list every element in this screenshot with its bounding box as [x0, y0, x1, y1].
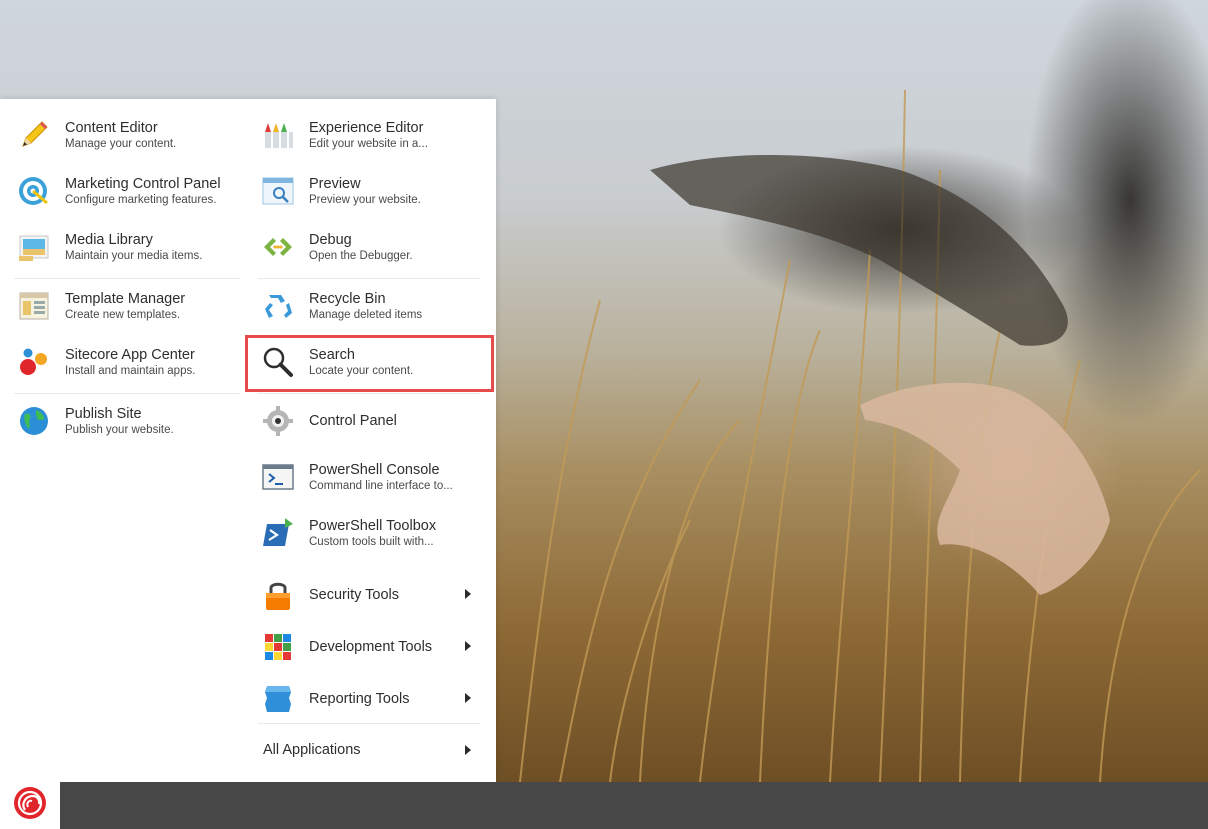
cube-icon [258, 627, 298, 667]
menu-item-template-manager[interactable]: Template Manager Create new templates. [14, 280, 240, 332]
menu-item-subtitle: Maintain your media items. [65, 249, 203, 262]
menu-item-title: Control Panel [309, 413, 397, 429]
menu-item-subtitle: Locate your content. [309, 364, 414, 377]
chevron-right-icon [465, 641, 471, 651]
debug-icon [258, 227, 298, 267]
powershell-icon [258, 513, 298, 553]
template-icon [14, 286, 54, 326]
menu-item-media-library[interactable]: Media Library Maintain your media items. [14, 221, 240, 273]
menu-item-title: Search [309, 346, 355, 363]
menu-item-control-panel[interactable]: Control Panel [258, 395, 480, 447]
menu-item-subtitle: Open the Debugger. [309, 249, 413, 262]
gear-icon [258, 401, 298, 441]
lock-icon [258, 575, 298, 615]
menu-item-title: PowerShell Toolbox [309, 517, 437, 534]
menu-separator [258, 393, 480, 394]
chevron-right-icon [465, 745, 471, 755]
menu-item-experience-editor[interactable]: Experience Editor Edit your website in a.… [258, 109, 480, 161]
menu-item-subtitle: Publish your website. [65, 423, 174, 436]
menu-item-title: Content Editor [65, 119, 158, 136]
target-icon [14, 171, 54, 211]
start-menu: Content Editor Manage your content. Marke… [0, 99, 496, 782]
pencil-icon [14, 115, 54, 155]
menu-item-title: Experience Editor [309, 119, 424, 136]
menu-item-title: Recycle Bin [309, 290, 386, 307]
menu-item-marketing-control-panel[interactable]: Marketing Control Panel Configure marketi… [14, 165, 240, 217]
menu-item-title: Media Library [65, 231, 153, 248]
menu-item-search[interactable]: Search Locate your content. [258, 336, 480, 388]
menu-item-debug[interactable]: Debug Open the Debugger. [258, 221, 480, 273]
menu-item-subtitle: Install and maintain apps. [65, 364, 196, 377]
menu-separator [14, 393, 240, 394]
menu-item-reporting-tools[interactable]: Reporting Tools [258, 673, 480, 725]
menu-item-title: Security Tools [309, 587, 399, 603]
recycle-icon [258, 286, 298, 326]
menu-item-subtitle: Custom tools built with... [309, 535, 434, 548]
start-button[interactable] [0, 782, 60, 829]
menu-item-development-tools[interactable]: Development Tools [258, 621, 480, 673]
menu-item-title: Reporting Tools [309, 691, 410, 707]
menu-item-subtitle: Configure marketing features. [65, 193, 217, 206]
menu-item-title: PowerShell Console [309, 461, 440, 478]
menu-item-subtitle: Edit your website in a... [309, 137, 428, 150]
search-icon [258, 342, 298, 382]
menu-item-subtitle: Preview your website. [309, 193, 421, 206]
menu-item-title: Publish Site [65, 405, 142, 422]
all-applications-link[interactable]: All Applications [263, 742, 361, 758]
preview-icon [258, 171, 298, 211]
chevron-right-icon [465, 589, 471, 599]
menu-item-title: Sitecore App Center [65, 346, 195, 363]
menu-item-subtitle: Command line interface to... [309, 479, 453, 492]
menu-item-content-editor[interactable]: Content Editor Manage your content. [14, 109, 240, 161]
menu-item-title: Development Tools [309, 639, 433, 655]
menu-item-recycle-bin[interactable]: Recycle Bin Manage deleted items [258, 280, 480, 332]
menu-separator [14, 278, 240, 279]
menu-item-publish-site[interactable]: Publish Site Publish your website. [14, 395, 240, 447]
sitecore-logo-icon [13, 786, 47, 825]
menu-item-powershell-toolbox[interactable]: PowerShell Toolbox Custom tools built wit… [258, 507, 480, 559]
menu-item-sitecore-app-center[interactable]: Sitecore App Center Install and maintain … [14, 336, 240, 388]
console-icon [258, 457, 298, 497]
app-center-icon [14, 342, 54, 382]
reporting-icon [258, 679, 298, 719]
menu-item-subtitle: Manage your content. [65, 137, 177, 150]
menu-item-title: Preview [309, 175, 361, 192]
menu-item-title: Template Manager [65, 290, 186, 307]
menu-separator [258, 278, 480, 279]
menu-item-preview[interactable]: Preview Preview your website. [258, 165, 480, 217]
menu-item-title: Debug [309, 231, 352, 248]
crayons-icon [258, 115, 298, 155]
menu-separator [258, 723, 480, 724]
image-icon [14, 227, 54, 267]
chevron-right-icon [465, 693, 471, 703]
menu-item-security-tools[interactable]: Security Tools [258, 569, 480, 621]
taskbar [0, 782, 1208, 829]
menu-item-title: Marketing Control Panel [65, 175, 221, 192]
globe-icon [14, 401, 54, 441]
menu-item-powershell-console[interactable]: PowerShell Console Command line interface… [258, 451, 480, 503]
menu-item-subtitle: Create new templates. [65, 308, 181, 321]
menu-item-subtitle: Manage deleted items [309, 308, 423, 321]
